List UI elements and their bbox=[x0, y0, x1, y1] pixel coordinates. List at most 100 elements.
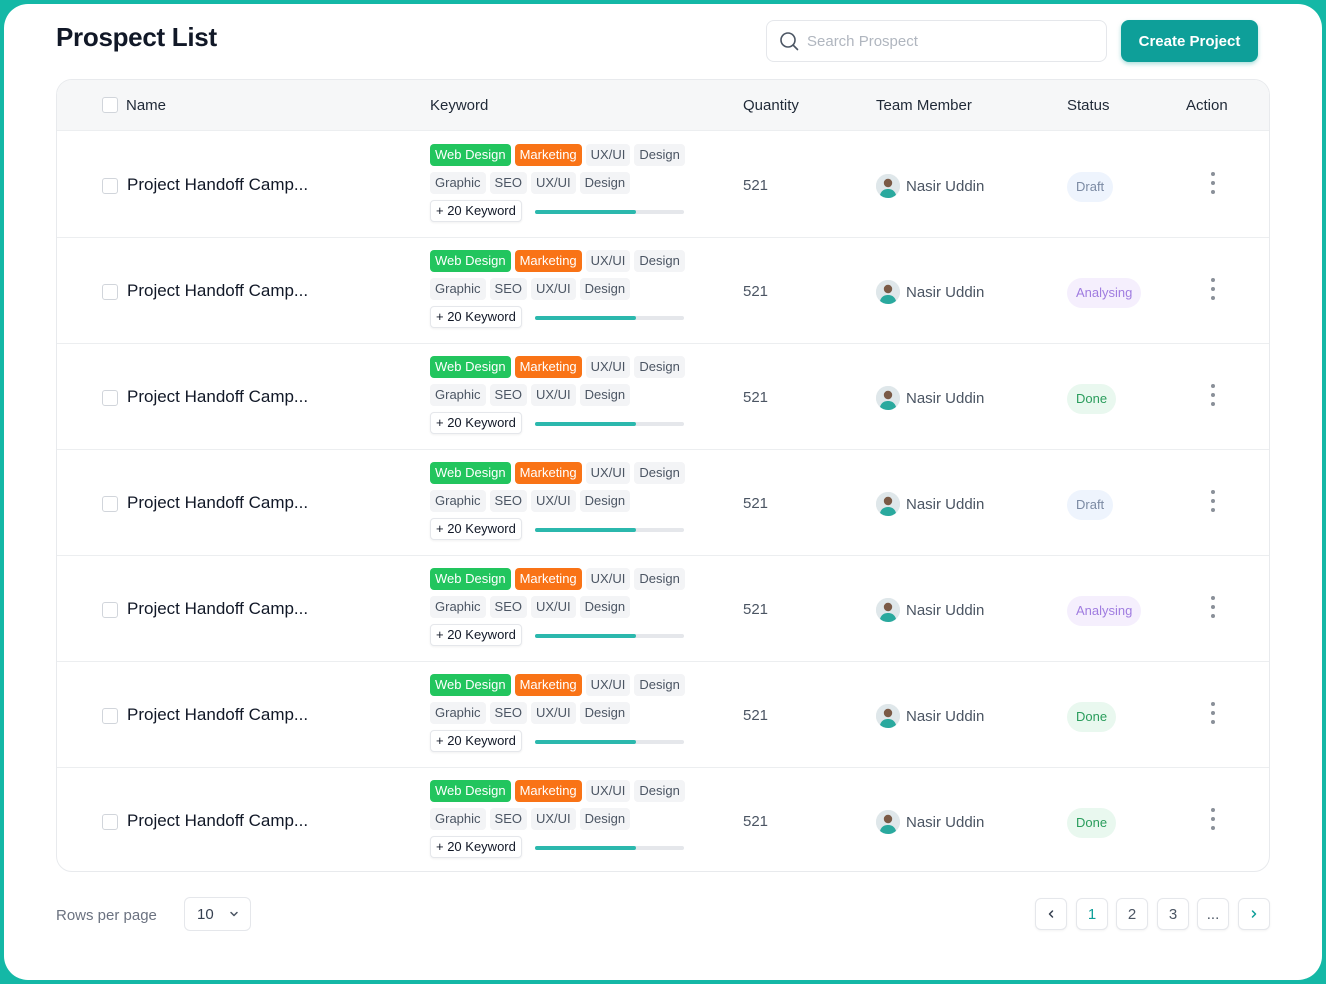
next-page-button[interactable] bbox=[1238, 898, 1270, 930]
project-name[interactable]: Project Handoff Camp... bbox=[127, 493, 308, 513]
team-member-name: Nasir Uddin bbox=[906, 389, 985, 407]
team-member-name: Nasir Uddin bbox=[906, 283, 985, 301]
team-member: Nasir Uddin bbox=[876, 598, 984, 622]
page-button-2[interactable]: 2 bbox=[1116, 898, 1148, 930]
page-ellipsis[interactable]: ... bbox=[1197, 898, 1229, 930]
more-vertical-icon[interactable] bbox=[1207, 382, 1219, 412]
more-keywords-tag[interactable]: + 20 Keyword bbox=[430, 306, 522, 328]
keyword-tag: Web Design bbox=[430, 780, 511, 802]
column-header-status[interactable]: Status bbox=[1067, 97, 1110, 114]
row-checkbox[interactable] bbox=[102, 814, 118, 830]
row-checkbox[interactable] bbox=[102, 178, 118, 194]
keyword-tag: Graphic bbox=[430, 490, 486, 512]
keyword-progress-bar bbox=[535, 422, 684, 426]
keyword-tags-line-2: Graphic SEO UX/UI Design bbox=[430, 702, 631, 724]
quantity-value: 521 bbox=[743, 177, 769, 194]
team-member: Nasir Uddin bbox=[876, 174, 984, 198]
row-checkbox[interactable] bbox=[102, 284, 118, 300]
keyword-tag: Marketing bbox=[514, 780, 582, 802]
avatar bbox=[876, 598, 900, 622]
column-header-team-member[interactable]: Team Member bbox=[876, 97, 972, 114]
search-box[interactable] bbox=[766, 20, 1107, 62]
search-input[interactable] bbox=[807, 32, 1087, 50]
more-keywords-tag[interactable]: + 20 Keyword bbox=[430, 412, 522, 434]
status-badge: Done bbox=[1067, 384, 1117, 414]
keyword-tag: Design bbox=[579, 490, 631, 512]
table-row[interactable]: Project Handoff Camp... Web Design Market… bbox=[57, 768, 1269, 871]
status-badge: Analysing bbox=[1067, 596, 1142, 626]
team-member: Nasir Uddin bbox=[876, 704, 984, 728]
keyword-tags-line-3: + 20 Keyword bbox=[430, 200, 522, 222]
keyword-tags-line-1: Web Design Marketing UX/UI Design bbox=[430, 250, 685, 272]
project-name[interactable]: Project Handoff Camp... bbox=[127, 387, 308, 407]
prev-page-button[interactable] bbox=[1035, 898, 1067, 930]
table-row[interactable]: Project Handoff Camp... Web Design Market… bbox=[57, 662, 1269, 768]
keyword-tag: Web Design bbox=[430, 356, 511, 378]
row-checkbox[interactable] bbox=[102, 708, 118, 724]
column-header-quantity[interactable]: Quantity bbox=[743, 97, 799, 114]
keyword-tag: Design bbox=[579, 278, 631, 300]
keyword-progress-fill bbox=[535, 528, 637, 532]
column-header-keyword[interactable]: Keyword bbox=[430, 97, 488, 114]
keyword-tags-line-3: + 20 Keyword bbox=[430, 624, 522, 646]
column-header-name[interactable]: Name bbox=[126, 97, 166, 114]
more-vertical-icon[interactable] bbox=[1207, 276, 1219, 306]
more-keywords-tag[interactable]: + 20 Keyword bbox=[430, 200, 522, 222]
keyword-tags-line-2: Graphic SEO UX/UI Design bbox=[430, 808, 631, 830]
table-row[interactable]: Project Handoff Camp... Web Design Market… bbox=[57, 238, 1269, 344]
keyword-tag: Web Design bbox=[430, 674, 511, 696]
more-keywords-tag[interactable]: + 20 Keyword bbox=[430, 836, 522, 858]
team-member-name: Nasir Uddin bbox=[906, 177, 985, 195]
keyword-tag: Web Design bbox=[430, 250, 511, 272]
project-name[interactable]: Project Handoff Camp... bbox=[127, 175, 308, 195]
project-name[interactable]: Project Handoff Camp... bbox=[127, 811, 308, 831]
keyword-tag: Web Design bbox=[430, 568, 511, 590]
more-keywords-tag[interactable]: + 20 Keyword bbox=[430, 624, 522, 646]
table-row[interactable]: Project Handoff Camp... Web Design Market… bbox=[57, 556, 1269, 662]
project-name[interactable]: Project Handoff Camp... bbox=[127, 599, 308, 619]
project-name[interactable]: Project Handoff Camp... bbox=[127, 705, 308, 725]
chevron-left-icon bbox=[1048, 910, 1054, 918]
more-keywords-tag[interactable]: + 20 Keyword bbox=[430, 730, 522, 752]
keyword-tags-line-1: Web Design Marketing UX/UI Design bbox=[430, 780, 685, 802]
more-keywords-tag[interactable]: + 20 Keyword bbox=[430, 518, 522, 540]
more-vertical-icon[interactable] bbox=[1207, 806, 1219, 836]
keyword-tags-line-1: Web Design Marketing UX/UI Design bbox=[430, 674, 685, 696]
select-all-checkbox[interactable] bbox=[102, 97, 118, 113]
more-vertical-icon[interactable] bbox=[1207, 700, 1219, 730]
keyword-tag: UX/UI bbox=[531, 702, 576, 724]
search-icon bbox=[780, 32, 799, 51]
more-vertical-icon[interactable] bbox=[1207, 594, 1219, 624]
keyword-tag: Design bbox=[634, 250, 685, 272]
keyword-tag: Web Design bbox=[430, 144, 511, 166]
keyword-tags-line-1: Web Design Marketing UX/UI Design bbox=[430, 356, 685, 378]
keyword-tag: SEO bbox=[489, 384, 527, 406]
keyword-tag: Design bbox=[634, 356, 685, 378]
quantity-value: 521 bbox=[743, 813, 769, 830]
quantity-value: 521 bbox=[743, 389, 769, 406]
avatar bbox=[876, 810, 900, 834]
row-checkbox[interactable] bbox=[102, 602, 118, 618]
more-vertical-icon[interactable] bbox=[1207, 170, 1219, 200]
table-row[interactable]: Project Handoff Camp... Web Design Market… bbox=[57, 344, 1269, 450]
keyword-tags-line-1: Web Design Marketing UX/UI Design bbox=[430, 144, 685, 166]
keyword-progress-fill bbox=[535, 210, 637, 214]
more-vertical-icon[interactable] bbox=[1207, 488, 1219, 518]
create-project-button[interactable]: Create Project bbox=[1121, 20, 1258, 62]
page-button-1[interactable]: 1 bbox=[1076, 898, 1108, 930]
project-name[interactable]: Project Handoff Camp... bbox=[127, 281, 308, 301]
row-checkbox[interactable] bbox=[102, 390, 118, 406]
table-row[interactable]: Project Handoff Camp... Web Design Market… bbox=[57, 450, 1269, 556]
keyword-tag: Marketing bbox=[514, 674, 582, 696]
avatar bbox=[876, 386, 900, 410]
quantity-value: 521 bbox=[743, 283, 769, 300]
row-checkbox[interactable] bbox=[102, 496, 118, 512]
rows-per-page-select[interactable]: 10 bbox=[184, 897, 251, 931]
status-badge: Done bbox=[1067, 702, 1117, 732]
table-row[interactable]: Project Handoff Camp... Web Design Market… bbox=[57, 132, 1269, 238]
status-badge: Draft bbox=[1067, 490, 1114, 520]
page-button-3[interactable]: 3 bbox=[1157, 898, 1189, 930]
avatar bbox=[876, 174, 900, 198]
status-badge: Draft bbox=[1067, 172, 1114, 202]
rows-per-page-value: 10 bbox=[197, 905, 214, 923]
